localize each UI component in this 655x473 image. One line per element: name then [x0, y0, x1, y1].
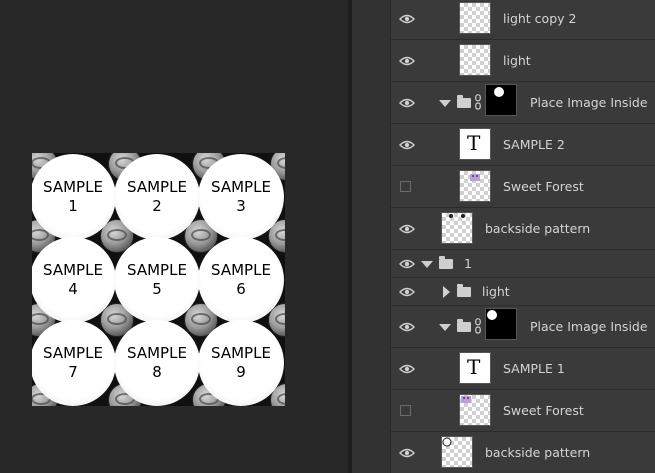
eye-icon[interactable] [399, 322, 415, 332]
layer-name: SAMPLE 1 [503, 361, 565, 376]
layer-row-backside-pattern[interactable]: backside pattern [391, 208, 655, 250]
layer-group-1[interactable]: 1 [391, 250, 655, 278]
eye-icon[interactable] [399, 448, 415, 458]
layers-panel[interactable]: light copy 2 light Place Image Inside T … [390, 0, 655, 473]
sample-button-1: SAMPLE 1 [32, 154, 116, 240]
folder-icon [457, 284, 471, 297]
layer-name: Place Image Inside [530, 319, 648, 334]
layer-row-place-image-inside[interactable]: Place Image Inside [391, 82, 655, 124]
eye-icon[interactable] [399, 98, 415, 108]
button-number: 9 [236, 363, 246, 381]
document-canvas-area[interactable]: SAMPLE 1 SAMPLE 2 SAMPLE 3 SAMPLE 4 SAMP… [0, 0, 348, 473]
layer-name: Place Image Inside [530, 95, 648, 110]
eye-icon[interactable] [399, 224, 415, 234]
layer-mask-thumbnail [485, 84, 517, 116]
sample-button-3: SAMPLE 3 [198, 154, 284, 240]
layer-thumbnail [459, 170, 491, 202]
sample-button-7: SAMPLE 7 [32, 320, 116, 406]
sample-button-8: SAMPLE 8 [114, 320, 200, 406]
button-number: 3 [236, 197, 246, 215]
button-label: SAMPLE [43, 344, 103, 362]
layer-row-sweet-forest[interactable]: Sweet Forest [391, 166, 655, 208]
button-number: 7 [68, 363, 78, 381]
layer-row-light-copy-2[interactable]: light copy 2 [391, 0, 655, 40]
text-layer-icon: T [459, 128, 491, 160]
triangle-down-icon[interactable] [439, 324, 451, 331]
folder-icon [457, 319, 471, 332]
visibility-toggle-off[interactable] [400, 181, 411, 192]
button-label: SAMPLE [127, 178, 187, 196]
button-number: 4 [68, 280, 78, 298]
chain-link-icon [475, 94, 481, 110]
layer-name: Sweet Forest [503, 403, 584, 418]
button-label: SAMPLE [211, 261, 271, 279]
layer-name: Sweet Forest [503, 179, 584, 194]
text-layer-icon: T [459, 352, 491, 384]
layer-thumbnail [459, 44, 491, 76]
layer-name: SAMPLE 2 [503, 137, 565, 152]
button-number: 6 [236, 280, 246, 298]
text-layer-glyph: T [467, 131, 481, 155]
eye-icon[interactable] [399, 14, 415, 24]
eye-icon[interactable] [399, 56, 415, 66]
layer-row-backside-pattern[interactable]: backside pattern [391, 432, 655, 473]
button-number: 8 [152, 363, 162, 381]
artwork-canvas[interactable]: SAMPLE 1 SAMPLE 2 SAMPLE 3 SAMPLE 4 SAMP… [32, 153, 285, 406]
triangle-down-icon[interactable] [421, 261, 433, 268]
button-number: 5 [152, 280, 162, 298]
eye-icon[interactable] [399, 259, 415, 269]
button-label: SAMPLE [211, 178, 271, 196]
layer-row-light[interactable]: light [391, 40, 655, 82]
layer-thumbnail [459, 394, 491, 426]
button-label: SAMPLE [43, 261, 103, 279]
folder-icon [457, 95, 471, 108]
layer-thumbnail [441, 212, 473, 244]
layer-row-sweet-forest[interactable]: Sweet Forest [391, 390, 655, 432]
layer-mask-thumbnail [485, 308, 517, 340]
layer-thumbnail [459, 2, 491, 34]
sample-button-4: SAMPLE 4 [32, 237, 116, 323]
layer-name: light copy 2 [503, 11, 577, 26]
visibility-toggle-off[interactable] [400, 405, 411, 416]
triangle-right-icon[interactable] [443, 286, 450, 298]
panel-side-strip [352, 0, 390, 473]
button-label: SAMPLE [211, 344, 271, 362]
button-label: SAMPLE [127, 344, 187, 362]
button-label: SAMPLE [127, 261, 187, 279]
eye-icon[interactable] [399, 364, 415, 374]
layer-group-light[interactable]: light [391, 278, 655, 306]
triangle-down-icon[interactable] [439, 100, 451, 107]
eye-icon[interactable] [399, 287, 415, 297]
layer-row-sample-1[interactable]: T SAMPLE 1 [391, 348, 655, 390]
sample-button-6: SAMPLE 6 [198, 237, 284, 323]
layer-name: light [503, 53, 531, 68]
layer-row-sample-2[interactable]: T SAMPLE 2 [391, 124, 655, 166]
sample-button-9: SAMPLE 9 [198, 320, 284, 406]
sample-button-2: SAMPLE 2 [114, 154, 200, 240]
layer-name: backside pattern [485, 445, 591, 460]
layer-name: backside pattern [485, 221, 591, 236]
layer-row-place-image-inside[interactable]: Place Image Inside [391, 306, 655, 348]
folder-icon [439, 256, 453, 269]
text-layer-glyph: T [467, 355, 481, 379]
eye-icon[interactable] [399, 140, 415, 150]
layer-name: 1 [464, 256, 472, 271]
chain-link-icon [475, 318, 481, 334]
button-number: 2 [152, 197, 162, 215]
layer-thumbnail [441, 436, 473, 468]
button-number: 1 [68, 197, 78, 215]
layer-name: light [482, 284, 510, 299]
sample-button-5: SAMPLE 5 [114, 237, 200, 323]
button-label: SAMPLE [43, 178, 103, 196]
